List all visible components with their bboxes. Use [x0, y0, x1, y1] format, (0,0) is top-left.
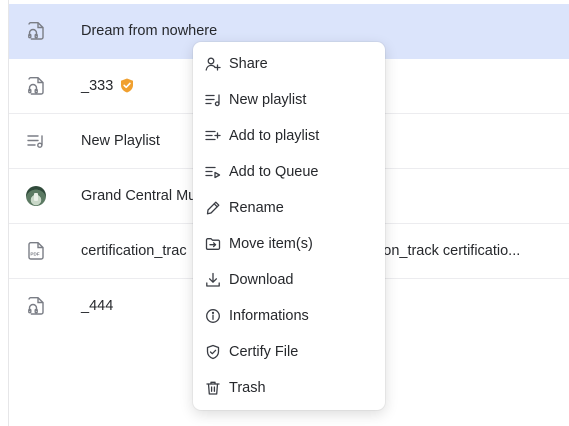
add-to-playlist-icon [205, 128, 221, 144]
audio-file-icon [25, 20, 47, 42]
menu-item-informations[interactable]: Informations [193, 298, 385, 334]
file-name: Grand Central Mu [81, 188, 197, 204]
pdf-file-icon: PDF [25, 240, 47, 262]
shield-check-icon [205, 344, 221, 360]
file-name: New Playlist [81, 133, 160, 149]
pencil-icon [205, 200, 221, 216]
menu-item-label: Add to playlist [229, 128, 320, 144]
svg-text:PDF: PDF [30, 251, 39, 256]
menu-item-move-items[interactable]: Move item(s) [193, 226, 385, 262]
menu-item-add-to-playlist[interactable]: Add to playlist [193, 118, 385, 154]
context-menu: Share New playlist Add to playlist Add t… [193, 42, 385, 410]
file-name: Dream from nowhere [81, 23, 218, 39]
menu-item-label: Informations [229, 308, 309, 324]
menu-item-share[interactable]: Share [193, 46, 385, 82]
menu-item-label: Download [229, 272, 294, 288]
move-folder-icon [205, 236, 221, 252]
add-to-queue-icon [205, 164, 221, 180]
menu-item-add-to-queue[interactable]: Add to Queue [193, 154, 385, 190]
menu-item-rename[interactable]: Rename [193, 190, 385, 226]
menu-item-label: Share [229, 56, 268, 72]
menu-item-label: Trash [229, 380, 266, 396]
menu-item-label: Rename [229, 200, 284, 216]
file-name: _333 [81, 78, 114, 94]
new-playlist-icon [205, 92, 221, 108]
menu-item-label: Add to Queue [229, 164, 319, 180]
menu-item-trash[interactable]: Trash [193, 370, 385, 406]
info-icon [205, 308, 221, 324]
menu-item-label: New playlist [229, 92, 307, 108]
file-name-wrap: _333 [81, 78, 134, 94]
menu-item-download[interactable]: Download [193, 262, 385, 298]
menu-item-new-playlist[interactable]: New playlist [193, 82, 385, 118]
playlist-icon [25, 130, 47, 152]
file-name: certification_trac [81, 243, 187, 259]
image-thumbnail [25, 185, 47, 207]
menu-item-certify-file[interactable]: Certify File [193, 334, 385, 370]
file-name-tail: tion_track certificatio... [376, 243, 521, 259]
audio-file-icon [25, 75, 47, 97]
download-icon [205, 272, 221, 288]
share-user-icon [205, 56, 221, 72]
menu-item-label: Move item(s) [229, 236, 313, 252]
verified-badge-icon [120, 78, 134, 93]
menu-item-label: Certify File [229, 344, 299, 360]
trash-icon [205, 380, 221, 396]
audio-file-icon [25, 295, 47, 317]
file-name: _444 [81, 298, 114, 314]
